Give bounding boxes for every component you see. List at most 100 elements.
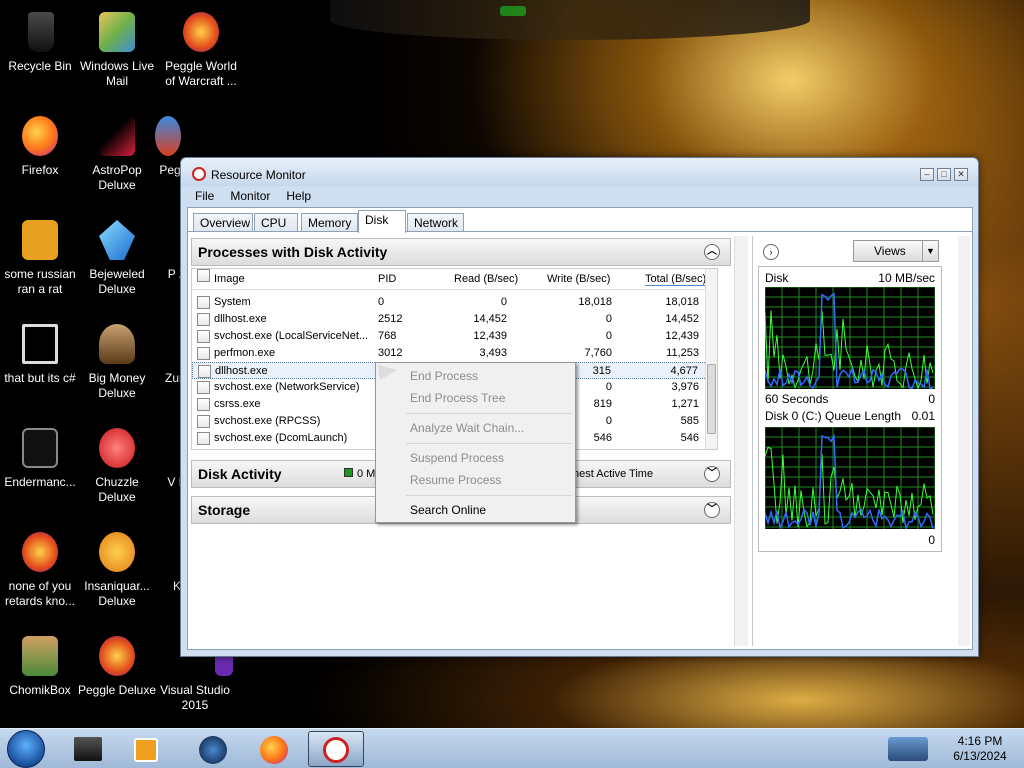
- cell-total: 11,253: [666, 347, 699, 359]
- graph1-max: 10 MB/sec: [878, 271, 935, 285]
- cell-total: 4,677: [670, 365, 698, 377]
- select-all-checkbox[interactable]: [197, 269, 210, 282]
- taskbar-firefox-button[interactable]: [246, 731, 302, 767]
- cell-image: System: [214, 296, 251, 308]
- cell-write: 0: [605, 415, 612, 427]
- cell-total: 3,976: [671, 381, 699, 393]
- views-button[interactable]: Views ▼: [853, 240, 939, 262]
- clock[interactable]: 4:16 PM 6/13/2024: [940, 734, 1020, 764]
- table-row[interactable]: svchost.exe (LocalServiceNet... 768 12,439…: [192, 328, 717, 345]
- queue-length-graph: [764, 426, 936, 531]
- desktop-icon-windows-live-mail[interactable]: Windows Live Mail: [77, 8, 157, 89]
- desktop-icon-some-russian[interactable]: some russian ran a rat: [0, 216, 80, 297]
- col-read[interactable]: Read (B/sec): [454, 273, 518, 285]
- resource-monitor-icon: [192, 167, 206, 181]
- desktop-icon-big-money[interactable]: Big Money Deluxe: [77, 320, 157, 401]
- menu-search-online[interactable]: Search Online: [410, 503, 486, 517]
- client-area: Overview CPU Memory Disk Network Process…: [187, 207, 973, 650]
- desktop-icon-peggle-deluxe[interactable]: Peggle Deluxe: [77, 632, 157, 698]
- cell-write: 819: [593, 398, 612, 410]
- row-checkbox[interactable]: [197, 415, 210, 428]
- col-write[interactable]: Write (B/sec): [547, 273, 610, 285]
- desktop-icon-endermanch[interactable]: Endermanc...: [0, 424, 80, 490]
- row-checkbox[interactable]: [197, 398, 210, 411]
- table-row[interactable]: dllhost.exe 2512 14,452 0 14,452: [192, 311, 717, 328]
- desktop-icon-firefox[interactable]: Firefox: [0, 112, 80, 178]
- cell-read: 0: [500, 296, 507, 308]
- taskbar-explorer-button[interactable]: [60, 731, 116, 767]
- table-row[interactable]: perfmon.exe 3012 3,493 7,760 11,253: [192, 345, 717, 362]
- menu-analyze-wait-chain[interactable]: Analyze Wait Chain...: [410, 421, 524, 435]
- network-tray-icon[interactable]: [888, 737, 928, 761]
- cell-total: 585: [680, 415, 699, 427]
- collapse-chevron-icon[interactable]: ︿: [704, 244, 720, 260]
- row-checkbox[interactable]: [198, 365, 211, 378]
- graph2-max: 0.01: [911, 409, 935, 423]
- chevron-down-icon[interactable]: ▼: [922, 241, 938, 261]
- tab-network[interactable]: Network: [407, 213, 464, 232]
- col-pid[interactable]: PID: [378, 273, 396, 285]
- tab-overview[interactable]: Overview: [193, 213, 253, 232]
- menu-end-process[interactable]: End Process: [410, 369, 478, 383]
- chomikbox-icon: [22, 636, 58, 676]
- globe-icon: [199, 736, 227, 764]
- graph-pane-scrollbar[interactable]: [958, 236, 970, 646]
- window-title: Resource Monitor: [211, 168, 306, 182]
- maximize-button[interactable]: □: [937, 168, 951, 181]
- grid-scrollbar[interactable]: [705, 269, 717, 449]
- desktop-icon-chomikbox[interactable]: ChomikBox: [0, 632, 80, 698]
- taskbar: 4:16 PM 6/13/2024: [0, 728, 1024, 768]
- cell-pid: 0: [378, 296, 385, 308]
- close-button[interactable]: ✕: [954, 168, 968, 181]
- start-button[interactable]: [7, 730, 45, 768]
- menu-resume-process[interactable]: Resume Process: [410, 473, 501, 487]
- desktop-icon-none-of-you[interactable]: none of you retards kno...: [0, 528, 80, 609]
- menu-separator: [406, 413, 572, 414]
- disk-graph: [764, 286, 936, 391]
- cell-write: 0: [605, 381, 612, 393]
- collapse-pane-icon[interactable]: ›: [763, 244, 779, 260]
- menu-monitor[interactable]: Monitor: [222, 187, 278, 205]
- tab-cpu[interactable]: CPU: [254, 213, 298, 232]
- taskbar-settings-button[interactable]: [185, 731, 241, 767]
- menu-separator: [406, 495, 572, 496]
- row-checkbox[interactable]: [197, 347, 210, 360]
- cell-image: svchost.exe (LocalServiceNet...: [214, 330, 369, 342]
- desktop-icon-insaniquarium[interactable]: Insaniquar... Deluxe: [77, 528, 157, 609]
- desktop-icon-bejeweled[interactable]: Bejeweled Deluxe: [77, 216, 157, 297]
- minimize-button[interactable]: –: [920, 168, 934, 181]
- desktop-icon-that-but-its-csharp[interactable]: that but its c#: [0, 320, 80, 386]
- menu-suspend-process[interactable]: Suspend Process: [410, 451, 504, 465]
- col-total[interactable]: Total (B/sec): [645, 273, 707, 286]
- desktop-icon-peggle-wow[interactable]: Peggle World of Warcraft ...: [161, 8, 241, 89]
- menu-file[interactable]: File: [187, 187, 222, 205]
- peggle-icon: [99, 636, 135, 676]
- expand-chevron-icon[interactable]: ﹀: [704, 466, 720, 482]
- row-checkbox[interactable]: [197, 432, 210, 445]
- tab-disk[interactable]: Disk: [358, 210, 406, 233]
- table-row[interactable]: System 0 0 18,018 18,018: [192, 294, 717, 311]
- cell-image: svchost.exe (DcomLaunch): [214, 432, 348, 444]
- left-pane-scrollbar[interactable]: [734, 236, 748, 646]
- row-checkbox[interactable]: [197, 381, 210, 394]
- taskbar-media-player-button[interactable]: [118, 731, 174, 767]
- row-checkbox[interactable]: [197, 296, 210, 309]
- desktop-icon-chuzzle[interactable]: Chuzzle Deluxe: [77, 424, 157, 505]
- media-player-icon: [134, 738, 158, 762]
- row-checkbox[interactable]: [197, 330, 210, 343]
- menu-end-process-tree[interactable]: End Process Tree: [410, 391, 505, 405]
- title-bar[interactable]: Resource Monitor – □ ✕: [181, 158, 978, 186]
- col-image[interactable]: Image: [214, 273, 245, 285]
- app-icon: [22, 428, 58, 468]
- file-icon: [22, 220, 58, 260]
- tab-memory[interactable]: Memory: [301, 213, 358, 232]
- row-checkbox[interactable]: [197, 313, 210, 326]
- desktop-icon-astropop[interactable]: AstroPop Deluxe: [77, 112, 157, 193]
- scroll-thumb[interactable]: [707, 364, 716, 434]
- menu-help[interactable]: Help: [278, 187, 319, 205]
- taskbar-resource-monitor-button[interactable]: [308, 731, 364, 767]
- expand-chevron-icon[interactable]: ﹀: [704, 502, 720, 518]
- processes-section-header[interactable]: Processes with Disk Activity ︿: [191, 238, 731, 266]
- graph2-min: 0: [928, 533, 935, 547]
- desktop-icon-recycle-bin[interactable]: Recycle Bin: [0, 8, 80, 74]
